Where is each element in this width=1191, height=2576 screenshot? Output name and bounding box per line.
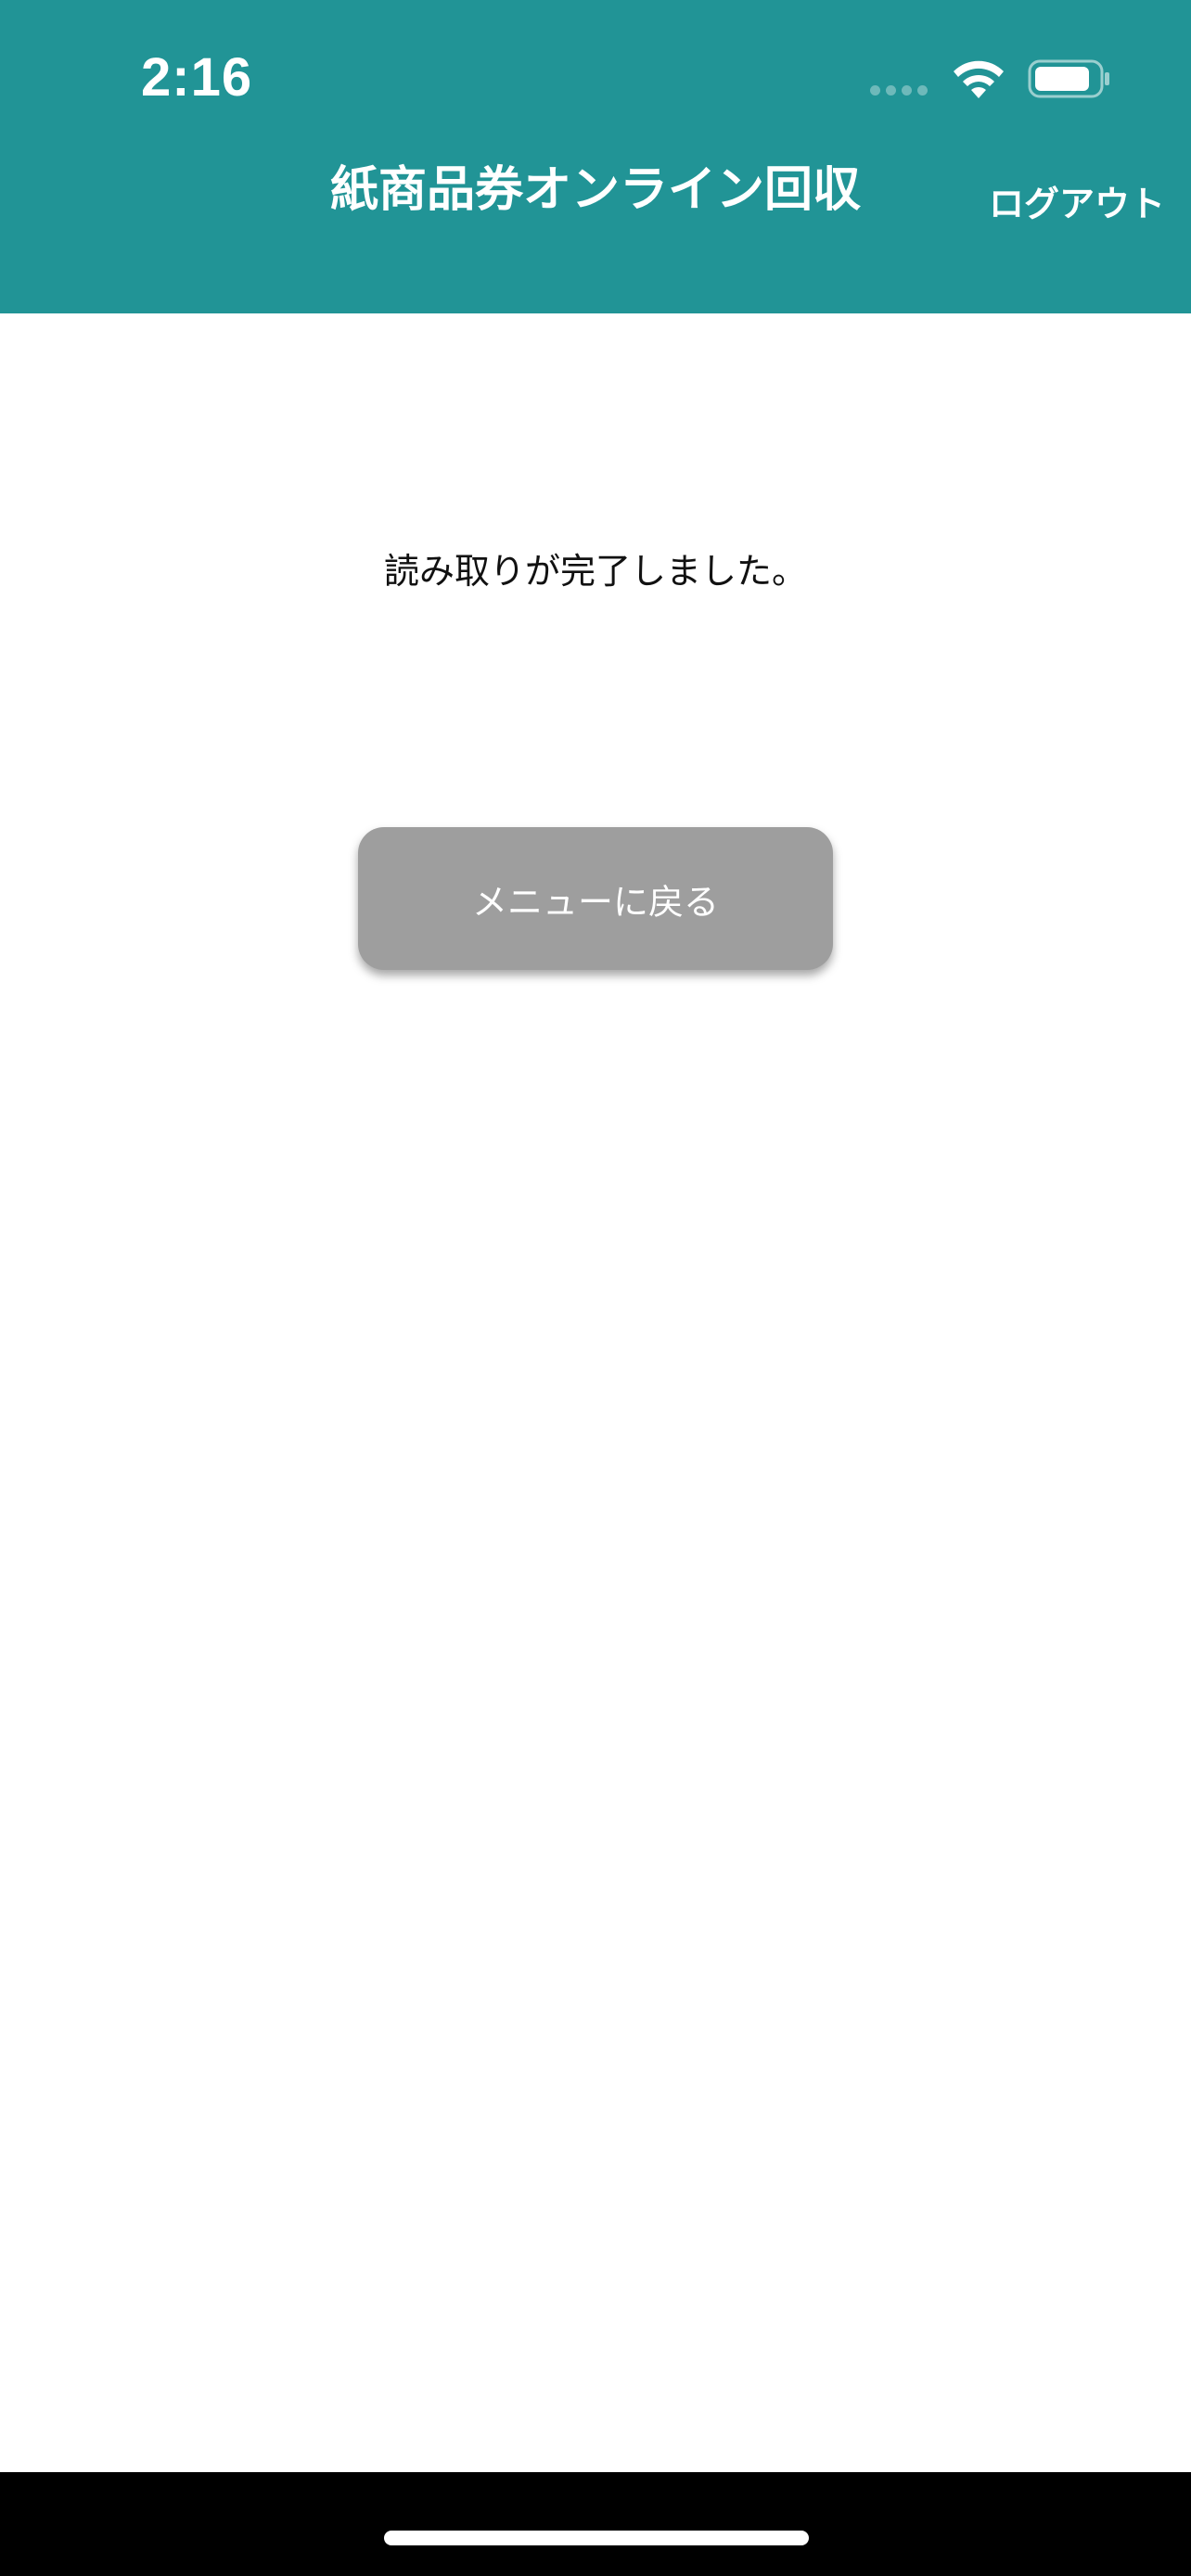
battery-icon	[1028, 59, 1109, 98]
completion-message: 読み取りが完了しました。	[383, 551, 807, 592]
app-header: 2:16 紙商品券オンライン回収 ログアウト	[0, 0, 1191, 313]
back-to-menu-label: メニューに戻る	[471, 881, 719, 923]
logout-button[interactable]: ログアウト	[989, 178, 1165, 230]
wifi-icon	[954, 60, 1004, 98]
status-time: 2:16	[141, 47, 253, 108]
bottom-bar	[0, 2472, 1191, 2576]
back-to-menu-button[interactable]: メニューに戻る	[358, 827, 833, 970]
signal-icon	[870, 85, 928, 96]
home-indicator[interactable]	[384, 2531, 809, 2545]
